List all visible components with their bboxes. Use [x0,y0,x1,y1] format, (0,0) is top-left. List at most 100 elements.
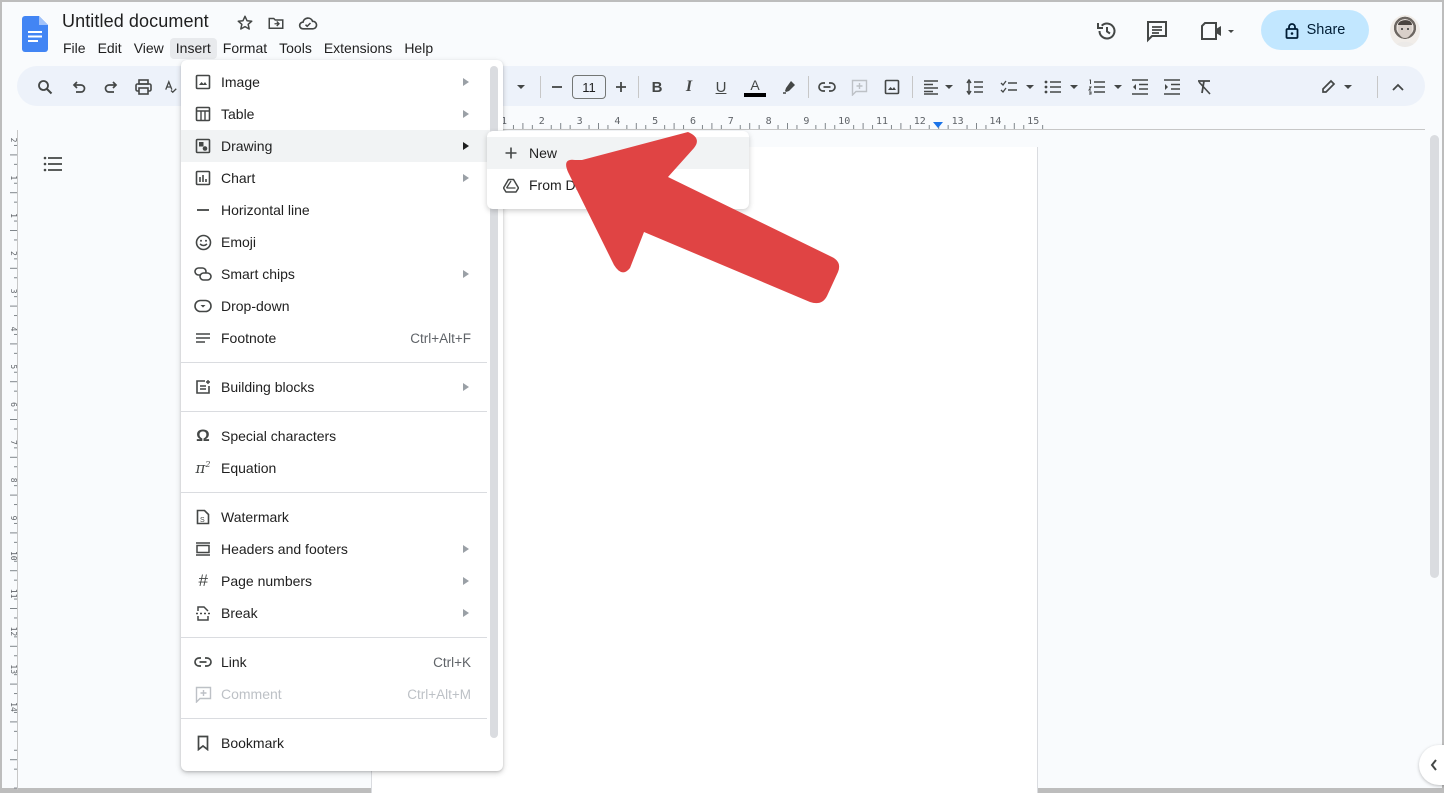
menu-item-label: Table [221,106,255,122]
move-to-folder-icon[interactable] [266,13,286,33]
editing-mode-icon[interactable] [1318,77,1338,97]
bullets-chevron-down-icon[interactable] [1070,85,1078,89]
spellcheck-icon[interactable] [164,77,178,97]
menu-item-label: Emoji [221,234,257,250]
clear-formatting-icon[interactable] [1194,77,1214,97]
share-button[interactable]: Share [1261,10,1369,50]
numbering-chevron-down-icon[interactable] [1114,85,1122,89]
document-outline-icon[interactable] [42,154,64,174]
menu-tools[interactable]: Tools [273,38,318,59]
bulleted-list-icon[interactable] [1043,77,1063,97]
version-history-icon[interactable] [1094,18,1120,44]
menu-view[interactable]: View [128,38,170,59]
line-spacing-icon[interactable] [965,77,985,97]
menu-insert[interactable]: Insert [169,38,217,59]
menu-item-headers-and-footers[interactable]: Headers and footers [181,533,503,565]
star-icon[interactable] [235,13,255,33]
redo-icon[interactable] [101,77,121,97]
menu-item-smart-chips[interactable]: Smart chips [181,258,503,290]
user-avatar[interactable] [1390,15,1420,47]
menu-item-shortcut: Ctrl+Alt+F [410,330,471,346]
menu-extensions[interactable]: Extensions [318,38,398,59]
menu-item-page-numbers[interactable]: # Page numbers [181,565,503,597]
add-comment-icon[interactable] [849,77,869,97]
menu-item-emoji[interactable]: Emoji [181,226,503,258]
docs-logo-icon[interactable] [22,16,48,52]
menu-item-special-characters[interactable]: Ω Special characters [181,420,503,452]
break-icon [193,603,213,623]
mode-chevron-down-icon[interactable] [1344,85,1352,89]
menu-item-drop-down[interactable]: Drop-down [181,290,503,322]
vertical-ruler[interactable]: 211234567891011121314 [4,130,18,790]
menu-bar: File Edit View Insert Format Tools Exten… [57,38,439,59]
submenu-arrow-icon [463,270,469,278]
menu-item-horizontal-line[interactable]: Horizontal line [181,194,503,226]
increase-indent-icon[interactable] [1162,77,1182,97]
ruler-label: 11 [876,116,888,127]
align-icon[interactable] [921,77,941,97]
print-icon[interactable] [133,77,153,97]
toolbar-divider [808,76,809,98]
image-icon [193,72,213,92]
menu-item-image[interactable]: Image [181,66,503,98]
side-panel-toggle[interactable] [1419,745,1444,785]
toolbar-divider [638,76,639,98]
menu-separator [181,362,487,363]
decrease-indent-icon[interactable] [1130,77,1150,97]
menu-item-footnote[interactable]: Footnote Ctrl+Alt+F [181,322,503,354]
highlight-icon[interactable] [779,77,799,97]
menu-item-label: Break [221,605,258,621]
menu-item-break[interactable]: Break [181,597,503,629]
undo-icon[interactable] [69,77,89,97]
checklist-icon[interactable] [999,77,1019,97]
search-icon[interactable] [35,77,55,97]
menu-item-table[interactable]: Table [181,98,503,130]
submenu-arrow-icon [463,174,469,182]
decrease-font-icon[interactable] [547,77,567,97]
horizontal-line-icon [193,200,213,220]
menu-item-watermark[interactable]: S Watermark [181,501,503,533]
vertical-ruler-label: 9 [9,516,18,521]
menu-item-equation[interactable]: π2 Equation [181,452,503,484]
vertical-ruler-label: 1 [9,175,18,180]
menu-help[interactable]: Help [398,38,439,59]
submenu-arrow-icon [463,383,469,391]
font-size-input[interactable]: 11 [572,75,606,99]
menu-item-building-blocks[interactable]: Building blocks [181,371,503,403]
text-color-icon[interactable]: A [743,77,767,97]
menu-item-chart[interactable]: Chart [181,162,503,194]
vertical-ruler-label: 2 [9,251,18,256]
vertical-ruler-label: 5 [9,364,18,369]
link-icon[interactable] [817,77,837,97]
checklist-chevron-down-icon[interactable] [1026,85,1034,89]
italic-icon[interactable]: I [679,77,699,97]
headers-footers-icon [193,539,213,559]
submenu-arrow-icon [463,142,469,150]
insert-image-icon[interactable] [882,77,902,97]
comments-icon[interactable] [1144,18,1170,44]
ruler-label: 12 [914,116,926,127]
share-label: Share [1306,22,1346,38]
menu-format[interactable]: Format [217,38,273,59]
collapse-toolbar-icon[interactable] [1388,77,1408,97]
menu-item-link[interactable]: Link Ctrl+K [181,646,503,678]
footnote-icon [193,328,213,348]
menu-item-drawing[interactable]: Drawing [181,130,503,162]
cloud-saved-icon[interactable] [298,13,318,33]
menu-edit[interactable]: Edit [92,38,128,59]
menu-item-bookmark[interactable]: Bookmark [181,727,503,759]
meet-icon[interactable] [1198,18,1238,44]
menu-file[interactable]: File [57,38,92,59]
document-title[interactable]: Untitled document [62,11,209,32]
font-chevron-down-icon[interactable] [517,85,525,89]
document-scrollbar[interactable] [1430,135,1439,578]
right-indent-marker[interactable] [933,122,943,128]
bold-icon[interactable]: B [647,77,667,97]
ruler-label: 13 [952,116,964,127]
align-chevron-down-icon[interactable] [945,85,953,89]
comment-icon [193,684,213,704]
menu-item-label: Link [221,654,247,670]
increase-font-icon[interactable] [611,77,631,97]
underline-icon[interactable]: U [711,77,731,97]
numbered-list-icon[interactable] [1087,77,1107,97]
